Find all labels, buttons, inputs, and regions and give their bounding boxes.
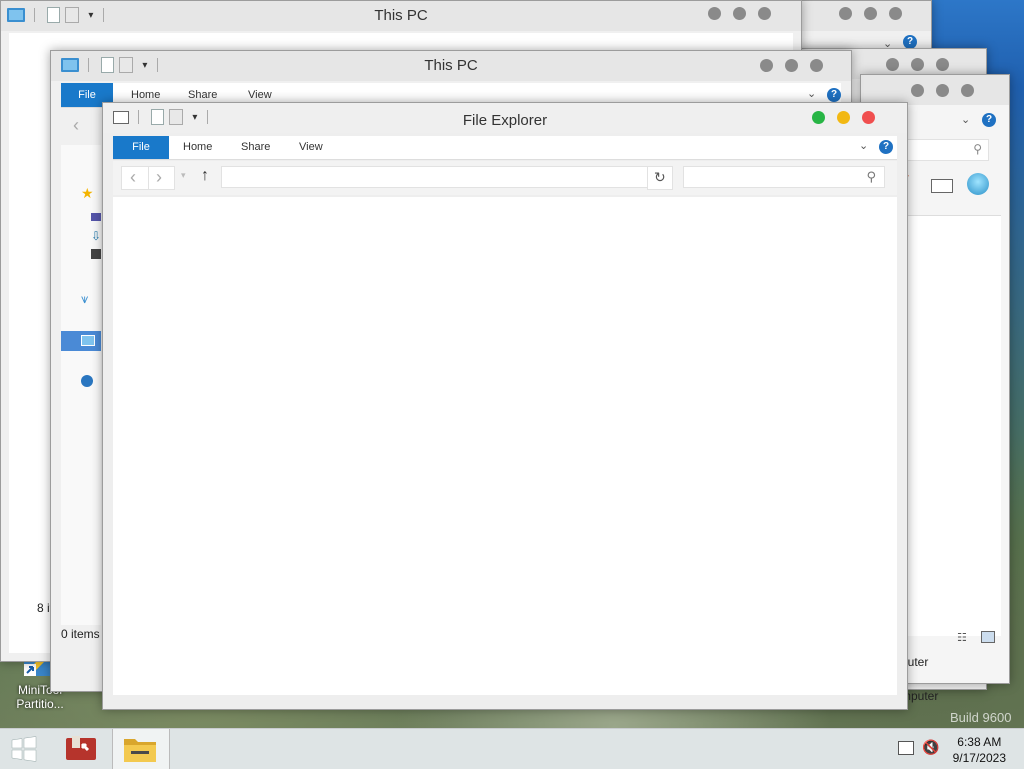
- maximize-button[interactable]: [760, 59, 773, 72]
- recent-locations-icon[interactable]: ▾: [181, 170, 186, 181]
- close-button[interactable]: [961, 84, 974, 97]
- divider: [148, 167, 149, 189]
- taskbar: 🔇 6:38 AM 9/17/2023: [0, 728, 1024, 769]
- nav-pane: ★ ⇩ ⩛: [61, 145, 101, 625]
- downloads-icon[interactable]: ⇩: [91, 229, 101, 243]
- window-title: File Explorer: [462, 112, 548, 129]
- titlebar[interactable]: ▾ This PC: [51, 51, 851, 81]
- address-bar[interactable]: ⌄: [221, 166, 671, 188]
- shell-icon[interactable]: [967, 173, 989, 195]
- minimize-button[interactable]: [936, 84, 949, 97]
- close-button[interactable]: [889, 7, 902, 20]
- maximize-button[interactable]: [839, 7, 852, 20]
- chevron-down-icon[interactable]: ⌄: [807, 87, 816, 100]
- volume-muted-icon[interactable]: 🔇: [922, 739, 939, 756]
- desktop-icon-label-2: Partitio...: [16, 697, 64, 711]
- display-icon[interactable]: [931, 179, 953, 193]
- minimize-button[interactable]: [864, 7, 877, 20]
- tab-view[interactable]: View: [299, 136, 323, 159]
- content-pane: [901, 215, 1001, 636]
- search-icon[interactable]: ⚲: [973, 142, 982, 156]
- tab-file[interactable]: File: [113, 136, 169, 159]
- window-title: This PC: [424, 57, 478, 74]
- minimize-button[interactable]: [733, 7, 746, 20]
- back-arrow-icon[interactable]: ‹: [130, 167, 136, 187]
- status-text: 0 items: [61, 627, 100, 641]
- titlebar[interactable]: ▾ File Explorer: [103, 103, 907, 133]
- maximize-button[interactable]: [812, 111, 825, 124]
- close-button[interactable]: [758, 7, 771, 20]
- chevron-down-icon[interactable]: ⌄: [961, 113, 970, 126]
- desktop: MiniTool Partitio... Build 9600 ⌄ ? mput…: [0, 0, 1024, 728]
- desktop-watermark: Build 9600: [950, 710, 1012, 725]
- quick-access-icon[interactable]: ★: [81, 185, 94, 202]
- network-share-icon[interactable]: ⩛: [81, 291, 88, 307]
- minitool-app-icon: [66, 736, 96, 760]
- file-list-pane[interactable]: [113, 197, 897, 695]
- taskbar-app-file-explorer[interactable]: [112, 729, 170, 769]
- tab-share[interactable]: Share: [241, 136, 270, 159]
- maximize-button[interactable]: [886, 58, 899, 71]
- titlebar[interactable]: [861, 75, 1009, 105]
- close-button[interactable]: [936, 58, 949, 71]
- search-icon[interactable]: ⚲: [866, 169, 876, 185]
- ribbon-tabs: File Home Share View ⌄ ?: [113, 136, 897, 160]
- maximize-button[interactable]: [911, 84, 924, 97]
- chevron-down-icon[interactable]: ⌄: [859, 139, 868, 152]
- desktop-folder-icon[interactable]: [91, 213, 101, 221]
- help-icon[interactable]: ?: [879, 140, 893, 154]
- clock-date: 9/17/2023: [952, 751, 1006, 765]
- search-input[interactable]: ⚲: [683, 166, 885, 188]
- clock-time: 6:38 AM: [957, 735, 1002, 749]
- up-arrow-icon[interactable]: ↑: [201, 167, 209, 185]
- close-button[interactable]: [862, 111, 875, 124]
- refresh-icon: ↻: [654, 169, 666, 185]
- minimize-button[interactable]: [785, 59, 798, 72]
- maximize-button[interactable]: [708, 7, 721, 20]
- tab-home[interactable]: Home: [183, 136, 212, 159]
- help-icon[interactable]: ?: [827, 88, 841, 102]
- documents-icon[interactable]: [91, 249, 101, 259]
- nav-buttons: ‹ ›: [121, 166, 175, 190]
- sidebar-item-this-pc[interactable]: [61, 331, 101, 351]
- computer-icon: [81, 335, 95, 346]
- taskbar-app-minitool[interactable]: [58, 729, 104, 769]
- minimize-button[interactable]: [911, 58, 924, 71]
- network-icon[interactable]: [898, 741, 914, 755]
- large-icons-view-icon[interactable]: [981, 631, 995, 643]
- help-icon[interactable]: ?: [903, 35, 917, 49]
- close-button[interactable]: [810, 59, 823, 72]
- file-explorer-icon: [124, 739, 156, 762]
- network-icon[interactable]: [81, 375, 93, 387]
- start-windows-icon: [11, 736, 37, 762]
- titlebar[interactable]: ▾ This PC: [1, 1, 801, 31]
- minimize-button[interactable]: [837, 111, 850, 124]
- forward-arrow-icon[interactable]: ›: [156, 167, 162, 187]
- file-explorer-window[interactable]: ▾ File Explorer File Home Share View ⌄ ?…: [102, 102, 908, 710]
- help-icon[interactable]: ?: [982, 113, 996, 127]
- ribbon-toolbar: /: [901, 173, 1001, 199]
- back-arrow-icon[interactable]: ‹: [73, 115, 79, 135]
- refresh-button[interactable]: ↻: [647, 166, 673, 190]
- start-button[interactable]: [0, 729, 48, 769]
- details-view-icon[interactable]: ☷: [957, 631, 967, 644]
- window-title: This PC: [374, 7, 428, 24]
- system-clock[interactable]: 6:38 AM 9/17/2023: [953, 734, 1006, 766]
- search-input[interactable]: ⚲: [901, 139, 989, 161]
- navigation-bar: ‹ › ▾ ↑ ⌄ ↻ ⚲: [113, 161, 897, 195]
